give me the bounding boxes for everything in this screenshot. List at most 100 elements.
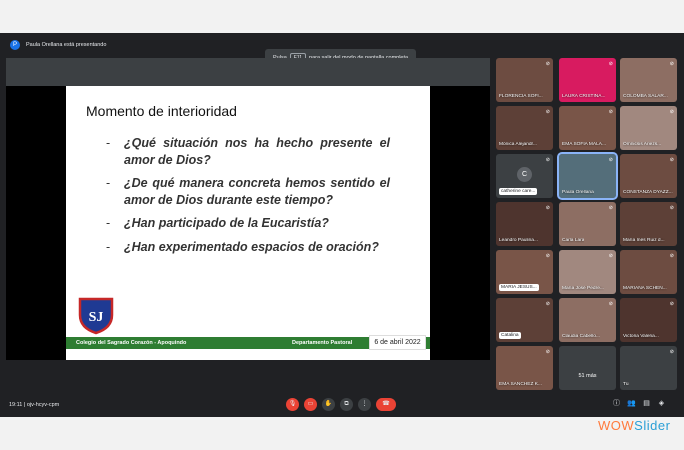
watermark-part2: Slider <box>634 418 671 433</box>
meeting-time: 19:11 <box>9 401 23 408</box>
bullet-text: ¿Qué situación nos ha hecho presente el … <box>124 136 390 167</box>
participant-name: LAURA CRISTINA... <box>562 94 606 99</box>
camera-off-button[interactable]: ▭ <box>304 398 317 411</box>
footer-school: Colegio del Sagrado Corazón - Apoquindo <box>76 340 187 346</box>
more-options-button[interactable]: ⋮ <box>358 398 371 411</box>
bullet-text: ¿Han participado de la Eucaristía? <box>124 216 329 230</box>
participant-grid: ⊘ FLORENCIA SOFI... ⊘ LAURA CRISTINA... ⊘ COL… <box>496 58 680 394</box>
footer-department: Departamento Pastoral <box>292 340 353 346</box>
mic-muted-icon: ⊘ <box>545 109 550 115</box>
participant-name: Mónica Alejandr... <box>499 142 537 147</box>
school-crest-logo: SJ <box>78 297 114 335</box>
participant-tile[interactable]: ⊘ Mónica Alejandr... <box>496 106 553 150</box>
bullet-text: ¿De qué manera concreta hemos sentido el… <box>124 176 390 207</box>
mic-muted-icon: ⊘ <box>608 301 613 307</box>
participant-tile[interactable]: ⊘ EMA SOFIA MALA... <box>559 106 616 150</box>
presenter-avatar-icon: P <box>10 40 20 50</box>
participant-name: COLOMBA SALAR... <box>623 94 668 99</box>
participant-tile[interactable]: ⊘ FLORENCIA SOFI... <box>496 58 553 102</box>
slide-bullets: - ¿Qué situación nos ha hecho presente el… <box>106 135 390 262</box>
participant-name: Claudia Cabello... <box>562 334 600 339</box>
participant-tile[interactable]: ⊘ EMA SANCHEZ K... <box>496 346 553 390</box>
participant-tile[interactable]: ⊘ COLOMBA SALAR... <box>620 58 677 102</box>
mic-muted-icon: ⊘ <box>545 205 550 211</box>
activities-icon[interactable]: ◈ <box>657 399 666 409</box>
slide-date: 6 de abril 2022 <box>369 335 426 350</box>
presentation-video: Momento de interioridad - ¿Qué situación … <box>6 86 490 360</box>
participant-name: Omnicsis Ariezs... <box>623 142 662 147</box>
presentation-stage: Momento de interioridad - ¿Qué situación … <box>6 58 490 360</box>
participant-name: Catalina <box>499 332 521 339</box>
participant-tile[interactable]: ⊘ María Inés Ruiz d... <box>620 202 677 246</box>
participant-tile[interactable]: C ⊘ catherine care... <box>496 154 553 198</box>
participant-name: CONSTANZA DYAZZ... <box>623 190 673 195</box>
side-controls: ⓘ 👥 ▤ ◈ <box>612 399 666 409</box>
mic-muted-icon: ⊘ <box>669 109 674 115</box>
mic-muted-icon: ⊘ <box>545 61 550 67</box>
mic-muted-icon: ⊘ <box>669 157 674 163</box>
people-icon[interactable]: 👥 <box>627 399 636 409</box>
participant-name: MARIA JESUS... <box>499 284 539 291</box>
mic-muted-icon: ⊘ <box>669 253 674 259</box>
participant-tile[interactable]: ⊘ Leandro Paulina... <box>496 202 553 246</box>
participant-tile[interactable]: ⊘ María José Pedre... <box>559 250 616 294</box>
participant-name: EMA SANCHEZ K... <box>499 382 542 387</box>
participant-tile[interactable]: ⊘ Tú <box>620 346 677 390</box>
mic-muted-icon: ⊘ <box>669 301 674 307</box>
more-participants-label: 51 más <box>578 373 597 379</box>
mic-muted-icon: ⊘ <box>545 253 550 259</box>
participant-name: FLORENCIA SOFI... <box>499 94 543 99</box>
participant-tile[interactable]: ⊘ Carla Lara <box>559 202 616 246</box>
participant-name: EMA SOFIA MALA... <box>562 142 606 147</box>
participant-tile[interactable]: 51 más <box>559 346 616 390</box>
participant-name: María Inés Ruiz d... <box>623 238 665 243</box>
slide-title: Momento de interioridad <box>86 103 237 119</box>
watermark-part1: WOW <box>598 418 635 433</box>
mic-muted-icon: ⊘ <box>669 349 674 355</box>
raise-hand-button[interactable]: ✋ <box>322 398 335 411</box>
participant-name: Tú <box>623 382 629 387</box>
participant-tile[interactable]: ⊘ CONSTANZA DYAZZ... <box>620 154 677 198</box>
mic-muted-icon: ⊘ <box>669 61 674 67</box>
mic-muted-icon: ⊘ <box>545 157 550 163</box>
slide-bullet: - ¿Qué situación nos ha hecho presente el… <box>106 135 390 168</box>
participant-name: María José Pedre... <box>562 286 604 291</box>
mic-muted-icon: ⊘ <box>669 205 674 211</box>
meeting-info: 19:11 | ojv-hcyv-cpm <box>9 402 59 408</box>
mic-off-button[interactable]: 🎙 <box>286 398 299 411</box>
chat-icon[interactable]: ▤ <box>642 399 651 409</box>
slide-bullet: - ¿Han participado de la Eucaristía? <box>106 215 390 232</box>
mic-muted-icon: ⊘ <box>545 301 550 307</box>
wowslider-watermark: WOWSlider <box>598 418 670 433</box>
presenting-label: Paula Orellana está presentando <box>26 42 107 48</box>
participant-name: Paula Orellana <box>562 190 594 195</box>
slide: Momento de interioridad - ¿Qué situación … <box>66 86 430 360</box>
meet-window: P Paula Orellana está presentando Pulsa … <box>0 33 684 417</box>
participant-name: MARIANA SCHEN... <box>623 286 667 291</box>
participant-avatar: C <box>517 167 532 182</box>
participant-name: Leandro Paulina... <box>499 238 538 243</box>
meeting-controls-bar: 19:11 | ojv-hcyv-cpm 🎙 ▭ ✋ ⧉ ⋮ ☎ ⓘ 👥 ▤ ◈ <box>0 392 684 417</box>
present-button[interactable]: ⧉ <box>340 398 353 411</box>
participant-tile[interactable]: ⊘ Paula Orellana <box>557 152 618 200</box>
info-icon[interactable]: ⓘ <box>612 399 621 409</box>
participant-tile[interactable]: ⊘ MARIANA SCHEN... <box>620 250 677 294</box>
participant-tile[interactable]: ⊘ Claudia Cabello... <box>559 298 616 342</box>
participant-name: Victoria Valeria... <box>623 334 659 339</box>
bullet-text: ¿Han experimentado espacios de oración? <box>124 239 379 254</box>
leave-call-button[interactable]: ☎ <box>376 398 396 411</box>
participant-tile[interactable]: ⊘ Omnicsis Ariezs... <box>620 106 677 150</box>
call-controls: 🎙 ▭ ✋ ⧉ ⋮ ☎ <box>286 398 396 411</box>
mic-muted-icon: ⊘ <box>608 253 613 259</box>
participant-tile[interactable]: ⊘ Catalina <box>496 298 553 342</box>
participant-tile[interactable]: ⊘ MARIA JESUS... <box>496 250 553 294</box>
mic-muted-icon: ⊘ <box>545 349 550 355</box>
slide-bullet: - ¿Han experimentado espacios de oración? <box>106 239 390 256</box>
bullet-marker: - <box>106 216 111 230</box>
participant-tile[interactable]: ⊘ LAURA CRISTINA... <box>559 58 616 102</box>
bullet-marker: - <box>106 239 111 254</box>
participant-name: Carla Lara <box>562 238 585 243</box>
mic-muted-icon: ⊘ <box>608 109 613 115</box>
meeting-code: ojv-hcyv-cpm <box>26 401 60 408</box>
participant-tile[interactable]: ⊘ Victoria Valeria... <box>620 298 677 342</box>
